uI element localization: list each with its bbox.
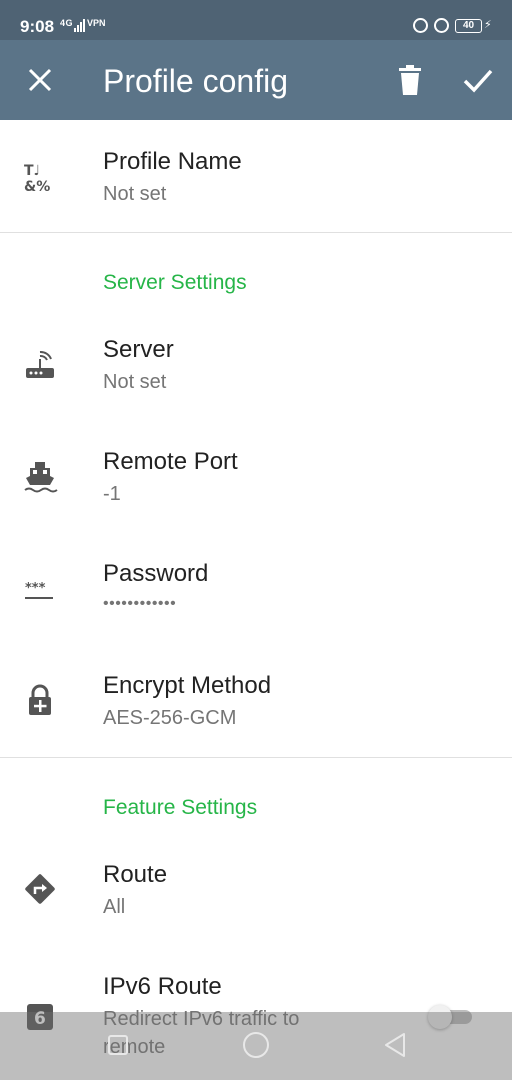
sync-icon [413,18,428,33]
text-format-icon: T♩ &% [24,163,50,195]
route-value: All [103,896,126,918]
encrypt-method-row[interactable]: Encrypt Method AES-256-GCM [0,657,512,757]
divider [0,232,512,233]
router-icon [26,350,54,378]
remote-port-row[interactable]: Remote Port -1 [0,432,512,542]
lock-add-icon [29,684,51,715]
password-row[interactable]: *** Password •••••••••••• [0,545,512,655]
profile-name-label: Profile Name [103,148,242,175]
app-bar: Profile config [0,40,512,120]
vpn-icon: VPN [87,18,106,28]
close-icon[interactable] [26,66,54,94]
password-label: Password [103,560,209,587]
signal-bars-icon [74,19,85,32]
recents-icon[interactable] [103,1030,133,1060]
ipv6-route-label: IPv6 Route [103,973,222,1000]
navigation-bar [0,1012,512,1080]
server-value: Not set [103,371,167,393]
route-label: Route [103,861,168,888]
trash-icon[interactable] [396,65,424,95]
server-label: Server [103,336,174,363]
svg-text:***: *** [25,581,46,596]
ferry-icon [24,462,58,493]
profile-name-value: Not set [103,183,167,205]
svg-text:T♩: T♩ [24,163,40,179]
remote-port-label: Remote Port [103,448,238,475]
back-icon[interactable] [380,1030,410,1060]
charging-icon: ⚡ [484,19,492,31]
encrypt-method-value: AES-256-GCM [103,707,237,729]
battery-icon: 40 [455,19,482,33]
encrypt-method-label: Encrypt Method [103,672,272,699]
status-bar: 9:08 4G VPN 40 ⚡ [0,0,512,40]
check-icon[interactable] [462,66,494,94]
remote-port-value: -1 [103,483,121,505]
password-value: •••••••••••• [103,595,177,612]
server-row[interactable]: Server Not set [0,320,512,430]
directions-icon [25,874,55,904]
status-time: 9:08 [20,17,55,36]
divider [0,757,512,758]
page-title: Profile config [103,63,288,99]
password-icon: *** [25,581,53,599]
server-settings-header: Server Settings [103,271,247,294]
route-row[interactable]: Route All [0,845,512,955]
home-icon[interactable] [241,1030,271,1060]
signal-icon: 4G [60,18,74,28]
lock-rotation-icon [434,18,449,33]
profile-name-row[interactable]: T♩ &% Profile Name Not set [0,120,512,232]
svg-text:&%: &% [24,179,50,195]
feature-settings-header: Feature Settings [103,796,258,819]
